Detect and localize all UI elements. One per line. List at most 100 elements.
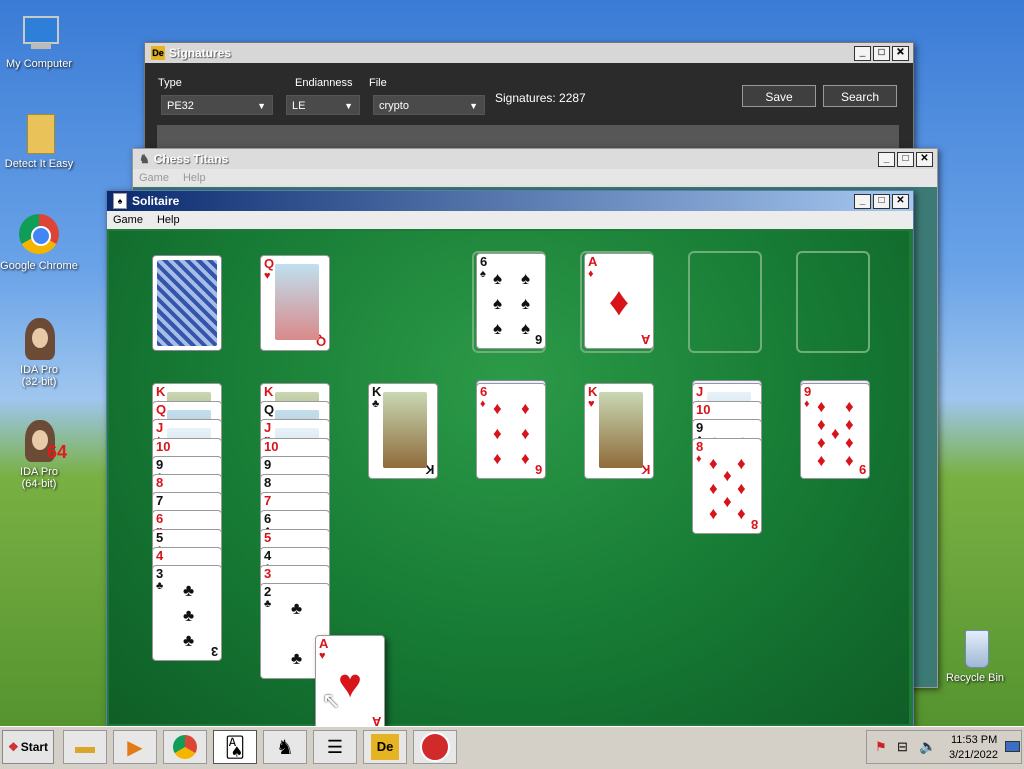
start-label: Start [20,740,49,754]
file-select-value: crypto [379,100,409,112]
card-rank: J [264,420,272,436]
taskbar-chess-titans[interactable]: ♞ [263,730,307,764]
close-button[interactable]: ✕ [892,193,909,209]
close-button[interactable]: ✕ [916,151,933,167]
ida-app-icon [420,732,450,762]
card-rank: J [696,384,704,399]
clock-date[interactable]: 3/21/2022 [949,749,998,761]
card-rank: 9 [696,420,704,436]
show-desktop-icon[interactable] [1005,741,1020,752]
signatures-titlebar[interactable]: De Signatures _ □ ✕ [145,43,913,63]
card-pip-icon: ♦ [845,451,854,470]
taskbar-media-player[interactable]: ▶ [113,730,157,764]
card-rank: K [264,384,274,399]
file-select[interactable]: crypto ▼ [373,95,485,115]
endianness-label: Endianness [295,77,353,89]
signatures-count: Signatures: 2287 [495,91,586,105]
menu-help[interactable]: Help [157,214,180,226]
menu-game[interactable]: Game [113,214,143,226]
chess-titans-titlebar[interactable]: ♞ Chess Titans _ □ ✕ [133,149,937,169]
card-suit-icon: ♥ [264,270,271,282]
card-pip-icon: ♠ [521,319,531,338]
card-rank: 5 [264,529,272,545]
card-pip-icon: ♦ [521,424,530,443]
foundation-card[interactable]: 6 ♠ 6 ♠ ♠ ♠ ♠ ♠ ♠ [476,253,546,349]
type-select[interactable]: PE32 ▼ [161,95,273,115]
close-button[interactable]: ✕ [892,45,909,61]
card-suit-icon: ♣ [264,598,272,611]
endianness-select[interactable]: LE ▼ [286,95,360,115]
menu-game[interactable]: Game [139,172,169,184]
maximize-button[interactable]: □ [873,193,890,209]
taskbar-explorer[interactable]: ▬ [63,730,107,764]
card-pip-icon: ♠ [493,269,503,288]
foundation-slot-empty[interactable] [688,251,762,353]
desktop-icon-my-computer[interactable]: My Computer [0,12,78,70]
card-rank: 7 [156,493,164,509]
start-button[interactable]: ❖ Start [2,730,54,764]
stock-pile[interactable] [152,255,222,351]
card-pip-icon: ♦ [737,478,746,498]
security-alert-icon[interactable]: ⚑ [875,739,887,755]
card-pip-icon: ♣ [183,631,195,650]
desktop-icon-ida-32[interactable]: IDA Pro (32-bit) [0,318,78,388]
card-pip-icon: ♣ [183,581,195,600]
taskbar-solitaire[interactable]: 🂡 [213,730,257,764]
tableau-card[interactable]: 6 ♦ 6 ♦ ♦ ♦ ♦ ♦ ♦ [476,383,546,479]
card-rank: Q [156,402,167,418]
card-rank: 6 [156,511,164,527]
chevron-down-icon: ▼ [344,101,353,111]
maximize-button[interactable]: □ [897,151,914,167]
taskbar-ida[interactable] [413,730,457,764]
tableau-card[interactable]: 3 ♣ 3 ♣ ♣ ♣ [152,565,222,661]
minimize-button[interactable]: _ [854,193,871,209]
chevron-down-icon: ▼ [469,101,478,111]
card-suit-icon: ♣ [372,398,380,410]
minimize-button[interactable]: _ [854,45,871,61]
waste-card[interactable]: Q ♥ Q [260,255,330,351]
solitaire-titlebar[interactable]: ♠ Solitaire _ □ ✕ [107,191,913,211]
search-button[interactable]: Search [823,85,897,107]
card-rank: 6 [534,332,542,347]
card-rank: 6 [480,254,488,269]
ida-icon [17,318,61,362]
card-rank: 9 [858,462,866,477]
desktop-icon-detect-it-easy[interactable]: Detect It Easy [0,112,78,170]
card-pip-icon: ♣ [291,599,303,619]
taskbar-task-list[interactable]: ☰ [313,730,357,764]
card-pip-icon: ♦ [493,399,502,418]
tableau-card[interactable]: K ♣ K [368,383,438,479]
menu-help[interactable]: Help [183,172,206,184]
foundation-card[interactable]: A ♦ A ♦ [584,253,654,349]
card-suit-icon: ♦ [588,268,594,280]
folder-icon: ▬ [75,735,95,758]
card-rank: K [588,384,598,399]
desktop-icon-recycle-bin[interactable]: Recycle Bin [936,626,1014,684]
desktop-icon-label: Detect It Easy [4,158,74,170]
network-icon[interactable]: ⊟ [897,739,908,755]
card-rank: 6 [480,384,488,399]
card-pip-icon: ♦ [709,503,718,523]
tableau-card[interactable]: K♥K [584,383,654,479]
maximize-button[interactable]: □ [873,45,890,61]
card-rank: 3 [210,644,218,659]
face-card-art [599,392,643,468]
volume-icon[interactable]: 🔈 [919,738,936,755]
desktop-icon-google-chrome[interactable]: Google Chrome [0,214,78,272]
foundation-slot-empty[interactable] [796,251,870,353]
save-button[interactable]: Save [742,85,816,107]
card-suit-icon: ♣ [156,580,164,592]
desktop-icon-ida-64[interactable]: 64 IDA Pro (64-bit) [0,420,78,490]
card-suit-icon: ♦ [696,452,702,465]
recycle-bin-icon [953,626,997,670]
card-pip-icon: ♣ [183,606,195,625]
taskbar-chrome[interactable] [163,730,207,764]
taskbar-detect-it-easy[interactable]: De [363,730,407,764]
card-rank: J [156,420,164,436]
tableau-card[interactable]: 8 ♦ 8 ♦ ♦ ♦ ♦ ♦ ♦ ♦ ♦ [692,437,762,534]
dragged-card[interactable]: A ♥ A ♥ [315,635,385,731]
card-rank: Q [264,402,275,418]
tableau-card[interactable]: 9 ♦ 9 ♦ ♦ ♦ ♦ ♦ ♦ ♦ ♦ ♦ [800,383,870,479]
clock-time[interactable]: 11:53 PM [951,734,997,746]
minimize-button[interactable]: _ [878,151,895,167]
